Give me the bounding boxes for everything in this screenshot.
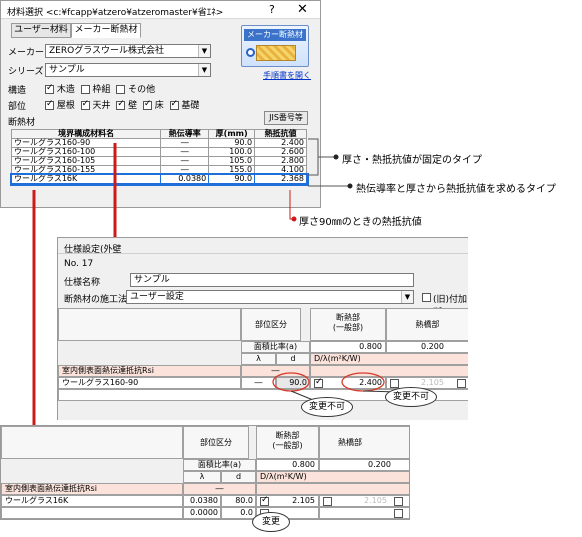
change-bubble: 変更 — [252, 512, 290, 532]
layer2-d[interactable]: 0.0 — [221, 507, 256, 519]
layer-insul-checkbox[interactable] — [260, 496, 269, 506]
area-ratio-label: 面積比率(a) — [183, 459, 256, 471]
rsi-label: 室内側表面熱伝達抵抗Rsi — [1, 483, 183, 495]
layer-lambda[interactable]: 0.0380 — [183, 495, 221, 507]
rsi-lambda: ― — [183, 483, 256, 495]
layer-insul-value: 2.105 — [256, 495, 319, 507]
d-header: d — [221, 471, 256, 483]
layer-d[interactable]: 80.0 — [221, 495, 256, 507]
area-insul-value: 0.800 — [256, 459, 319, 471]
layer2-lambda[interactable]: 0.0000 — [183, 507, 221, 519]
layer-heat-resistance: 2.105 — [364, 496, 387, 505]
rsi-value-cell — [256, 483, 409, 495]
layer2-heat-value — [319, 507, 409, 519]
layer2-extra-checkbox[interactable] — [394, 509, 403, 518]
not-changeable-bubble-1: 変更不可 — [301, 397, 353, 417]
not-changeable-bubble-2: 変更不可 — [385, 387, 437, 407]
layer-heat-value: 2.105 — [319, 495, 409, 507]
d-highlight-circle — [272, 372, 310, 392]
lambda-header: λ — [183, 471, 221, 483]
layer-extra-checkbox[interactable] — [394, 497, 403, 506]
layer-heat-checkbox[interactable] — [323, 497, 332, 506]
layer-resistance: 2.105 — [292, 496, 315, 505]
d-lambda-header: D/λ(m²K/W) — [256, 471, 409, 483]
layer-name-empty[interactable] — [1, 507, 183, 519]
insulation-part-header: 断熱部 (一般部) — [256, 426, 319, 459]
resistance-highlight-circle — [341, 372, 385, 392]
area-heat-value: 0.200 — [319, 459, 409, 471]
part-header: 部位区分 — [183, 426, 249, 459]
spec-settings-window-2: 部位区分 断熱部 (一般部) 熱橋部 面積比率(a) 0.800 0.200 λ… — [0, 425, 410, 520]
layer-name[interactable]: ウールグラス16K — [1, 495, 183, 507]
grid-blank-header — [1, 426, 183, 459]
heat-bridge-header: 熱橋部 — [319, 426, 409, 459]
